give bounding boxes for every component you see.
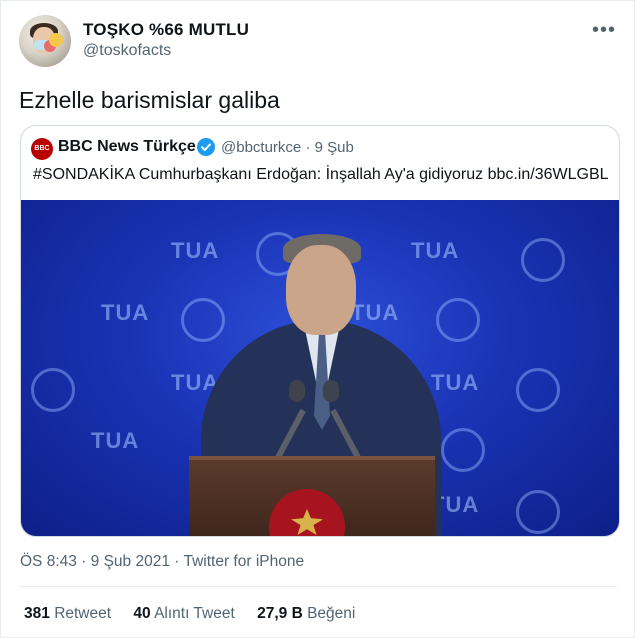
tweet-text: Ezhelle barismislar galiba (19, 87, 280, 113)
bbc-logo-icon: BBC NEWS (31, 138, 53, 174)
author-handle[interactable]: @toskofacts (83, 42, 171, 60)
quoted-text: #SONDAKİKA Cumhurbaşkanı Erdoğan: İnşall… (33, 166, 609, 183)
tweet-stats: 381 Retweet 40 Alıntı Tweet 27,9 B Beğen… (24, 605, 373, 623)
quoted-author-name[interactable]: BBC News Türkçe (58, 138, 196, 156)
separator-dot: · (174, 553, 180, 570)
likes-stat[interactable]: 27,9 B Beğeni (257, 605, 355, 622)
backdrop-logo: TUA (171, 238, 220, 263)
timestamp-time[interactable]: ÖS 8:43 (20, 553, 77, 570)
microphone-icon (289, 380, 305, 402)
author-avatar[interactable] (19, 15, 71, 67)
backdrop-seal (31, 368, 75, 412)
backdrop-seal (516, 490, 560, 534)
backdrop-seal (516, 368, 560, 412)
tweet-source-link[interactable]: Twitter for iPhone (183, 553, 304, 570)
quotes-label: Alıntı Tweet (154, 605, 235, 622)
backdrop-seal (436, 298, 480, 342)
quotes-stat[interactable]: 40 Alıntı Tweet (133, 605, 239, 622)
avatar-flowers (49, 33, 63, 47)
quoted-media-image[interactable]: TUA TUA TUA TUA TUA TUA TUA TUA (21, 200, 619, 536)
backdrop-logo: TUA (431, 370, 480, 395)
likes-label: Beğeni (307, 605, 356, 622)
divider (20, 586, 617, 587)
backdrop-logo: TUA (101, 300, 150, 325)
timestamp-date[interactable]: 9 Şub 2021 (91, 553, 170, 570)
quoted-date[interactable]: 9 Şub (315, 139, 354, 156)
backdrop-logo: TUA (351, 300, 400, 325)
speaker-head (286, 245, 356, 335)
likes-count: 27,9 B (257, 605, 303, 622)
backdrop-seal (181, 298, 225, 342)
backdrop-logo: TUA (411, 238, 460, 263)
backdrop-logo: TUA (91, 428, 140, 453)
quoted-handle[interactable]: @bbcturkce (221, 139, 301, 156)
microphone-icon (323, 380, 339, 402)
backdrop-seal (521, 238, 565, 282)
backdrop-seal (441, 428, 485, 472)
more-horizontal-icon[interactable]: ••• (592, 19, 616, 42)
tweet-card: TOŞKO %66 MUTLU @toskofacts ••• Ezhelle … (0, 0, 635, 638)
quoted-tweet[interactable]: BBC NEWS BBC News Türkçe @bbcturkce · 9 … (20, 125, 620, 537)
quoted-meta: @bbcturkce · 9 Şub (221, 139, 354, 156)
retweets-stat[interactable]: 381 Retweet (24, 605, 115, 622)
author-name[interactable]: TOŞKO %66 MUTLU (83, 20, 249, 40)
retweets-label: Retweet (54, 605, 112, 622)
retweets-count: 381 (24, 605, 50, 622)
quotes-count: 40 (133, 605, 151, 622)
verified-badge-icon (197, 138, 215, 156)
separator-dot: · (81, 553, 87, 570)
tweet-timestamp: ÖS 8:43 · 9 Şub 2021 · Twitter for iPhon… (20, 553, 304, 571)
separator-dot: · (305, 139, 311, 156)
